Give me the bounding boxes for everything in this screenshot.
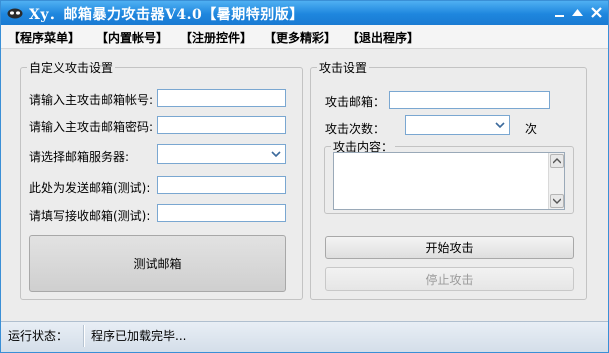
status-separator — [83, 325, 85, 347]
app-logo-icon — [7, 8, 23, 19]
server-label: 请选择邮箱服务器: — [29, 150, 130, 164]
password-input[interactable] — [157, 116, 286, 134]
target-input[interactable] — [389, 91, 550, 109]
menu-more[interactable]: 【更多精彩】 — [264, 29, 336, 46]
count-unit: 次 — [525, 122, 538, 136]
receive-label: 请填写接收邮箱(测试): — [29, 209, 151, 223]
scroll-up-button[interactable] — [550, 154, 564, 168]
target-label: 攻击邮箱： — [325, 95, 386, 109]
status-bar: 运行状态： 程序已加载完毕... — [1, 321, 608, 352]
scroll-up-icon — [553, 158, 561, 164]
window-title: Xy．邮箱暴力攻击器V4.0【暑期特别版】 — [29, 7, 304, 23]
password-label: 请输入主攻击邮箱密码: — [29, 120, 154, 134]
title-bar[interactable]: Xy．邮箱暴力攻击器V4.0【暑期特别版】 — [1, 1, 608, 25]
send-test-input[interactable] — [157, 176, 286, 194]
status-value: 程序已加载完毕... — [91, 329, 187, 343]
minimize-icon[interactable] — [551, 4, 568, 21]
stop-attack-button[interactable]: 停止攻击 — [325, 267, 574, 291]
content-scrollbar[interactable] — [548, 153, 564, 209]
status-label: 运行状态： — [8, 329, 69, 343]
maximize-icon[interactable] — [569, 4, 586, 21]
send-test-label: 此处为发送邮箱(测试): — [29, 181, 151, 195]
close-icon[interactable] — [588, 4, 605, 21]
menu-program[interactable]: 【程序菜单】 — [8, 29, 80, 46]
receive-input[interactable] — [157, 204, 286, 222]
attack-settings-legend: 攻击设置 — [319, 61, 368, 75]
test-mailbox-button[interactable]: 测试邮箱 — [29, 235, 286, 292]
scroll-down-button[interactable] — [550, 194, 564, 208]
account-label: 请输入主攻击邮箱帐号: — [29, 93, 154, 107]
attack-content-textarea[interactable] — [333, 152, 565, 210]
menu-exit[interactable]: 【退出程序】 — [347, 29, 419, 46]
menu-builtin-accounts[interactable]: 【内置帐号】 — [96, 29, 168, 46]
account-input[interactable] — [157, 89, 286, 107]
chevron-down-icon — [271, 151, 281, 158]
server-select[interactable] — [157, 144, 286, 164]
main-window: Xy．邮箱暴力攻击器V4.0【暑期特别版】 【程序菜单】 【内置帐号】 【注册控… — [0, 0, 609, 353]
menu-register-controls[interactable]: 【注册控件】 — [180, 29, 252, 46]
menu-bar: 【程序菜单】 【内置帐号】 【注册控件】 【更多精彩】 【退出程序】 — [1, 25, 608, 49]
custom-attack-legend: 自定义攻击设置 — [29, 61, 114, 75]
chevron-down-icon — [495, 122, 505, 129]
start-attack-button[interactable]: 开始攻击 — [325, 236, 574, 259]
count-label: 攻击次数： — [325, 122, 386, 136]
scroll-down-icon — [553, 198, 561, 204]
count-select[interactable] — [405, 115, 510, 135]
